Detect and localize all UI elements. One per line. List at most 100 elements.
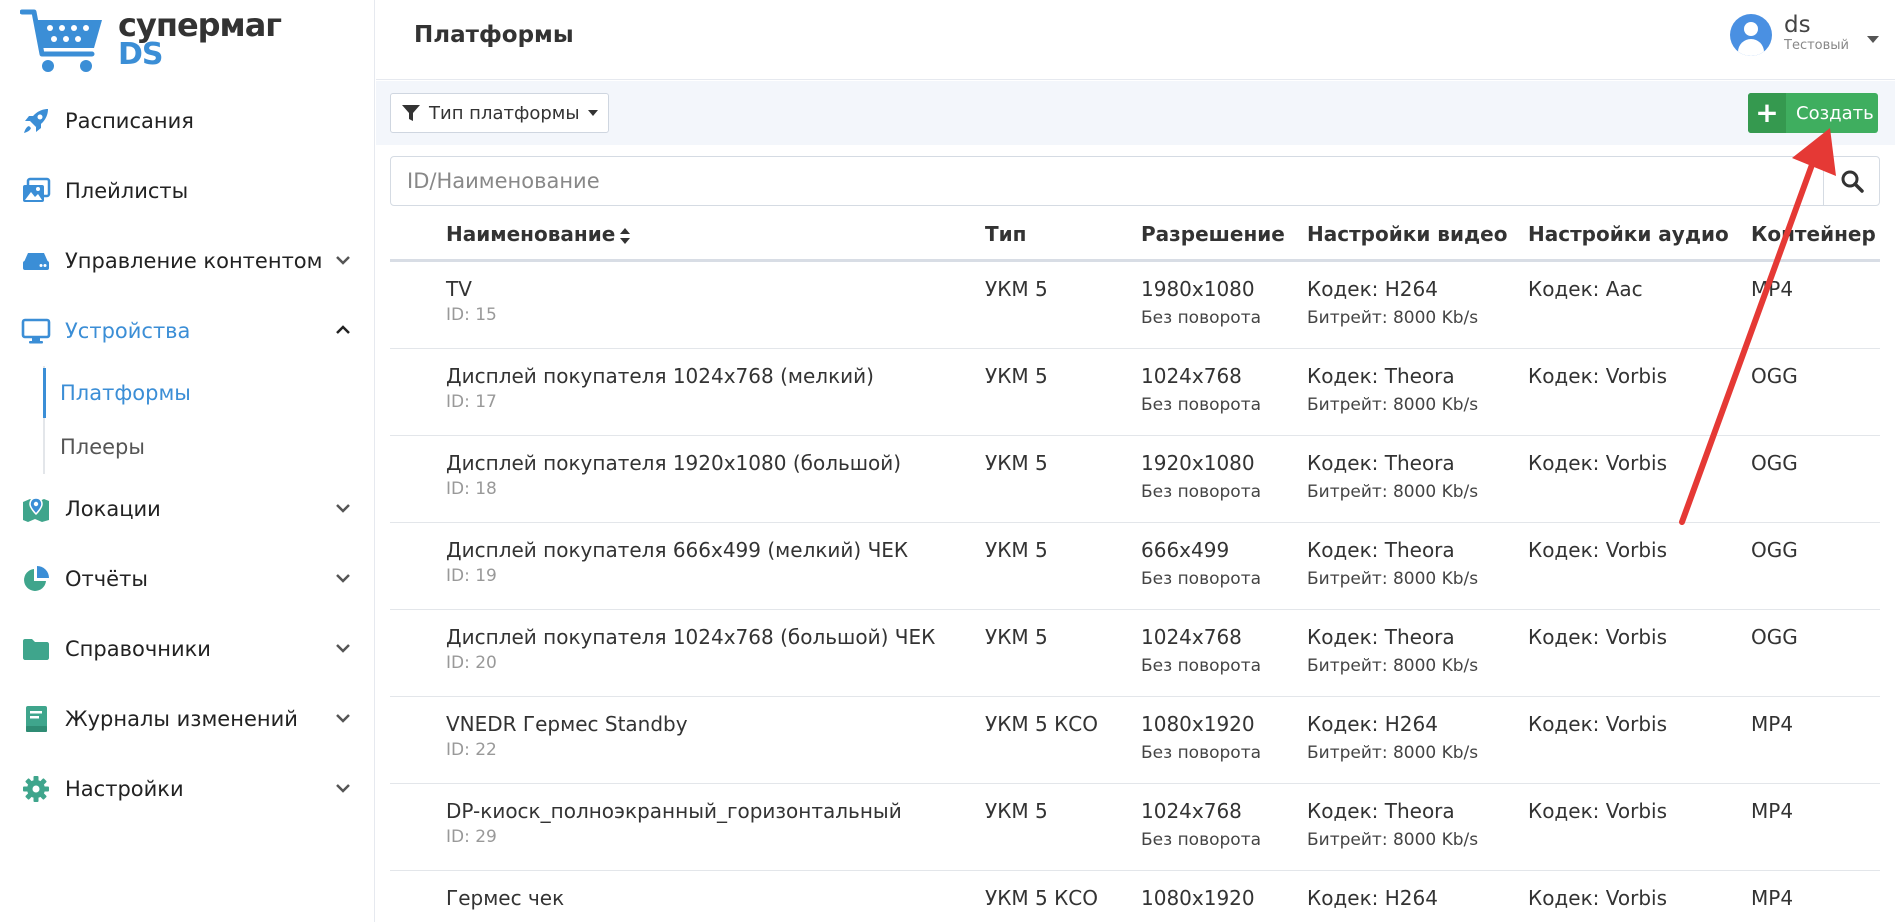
sidebar-subitem-platforms[interactable]: Платформы <box>43 366 375 420</box>
caret-down-icon <box>1867 36 1879 43</box>
table-row[interactable]: Дисплей покупателя 666x499 (мелкий) ЧЕК I… <box>390 523 1880 610</box>
column-header-resolution: Разрешение <box>1141 222 1285 246</box>
submenu-active-indicator <box>43 368 46 418</box>
container: OGG <box>1751 364 1798 388</box>
video-bitrate: Битрейт: 8000 Kb/s <box>1307 830 1479 850</box>
filter-label: Тип платформы <box>429 102 580 124</box>
search-button[interactable] <box>1823 157 1879 205</box>
resolution: 1080x1920 <box>1141 886 1255 910</box>
container: MP4 <box>1751 886 1794 910</box>
logo[interactable]: супермаг DS <box>20 6 282 78</box>
resolution: 1024x768 <box>1141 799 1242 823</box>
resolution: 666x499 <box>1141 538 1230 562</box>
sidebar-item-locations[interactable]: Локации <box>0 474 375 544</box>
platform-name[interactable]: VNEDR Гермес Standby <box>446 712 688 736</box>
rotation: Без поворота <box>1141 395 1262 415</box>
container: OGG <box>1751 451 1798 475</box>
rotation: Без поворота <box>1141 656 1262 676</box>
resolution: 1080x1920 <box>1141 712 1255 736</box>
user-menu[interactable]: ds Тестовый <box>1730 12 1879 56</box>
chevron-up-icon <box>336 325 350 334</box>
audio-codec: Кодек: Vorbis <box>1528 451 1668 475</box>
video-codec: Кодек: H264 <box>1307 712 1438 736</box>
platform-id: ID: 18 <box>446 479 497 499</box>
table-row[interactable]: Дисплей покупателя 1024x768 (мелкий) ID: … <box>390 349 1880 436</box>
avatar <box>1730 14 1772 56</box>
sidebar-item-changelogs[interactable]: Журналы изменений <box>0 684 375 754</box>
page-title: Платформы <box>414 22 574 48</box>
sidebar-item-schedules[interactable]: Расписания <box>0 86 375 156</box>
platform-name[interactable]: Дисплей покупателя 1024x768 (большой) ЧЕ… <box>446 625 935 649</box>
video-codec: Кодек: H264 <box>1307 886 1438 910</box>
platform-type: УКМ 5 <box>985 799 1048 823</box>
sidebar: супермаг DS Расписания Плейлисты Управле… <box>0 0 375 922</box>
table-row[interactable]: VNEDR Гермес Standby ID: 22 УКМ 5 КСО 108… <box>390 697 1880 784</box>
platform-id: ID: 19 <box>446 566 497 586</box>
sidebar-subitem-players[interactable]: Плееры <box>43 420 375 474</box>
resolution: 1024x768 <box>1141 625 1242 649</box>
platform-id: ID: 20 <box>446 653 497 673</box>
platform-name[interactable]: Гермес чек <box>446 886 564 910</box>
search-bar <box>390 156 1880 206</box>
sidebar-item-directories[interactable]: Справочники <box>0 614 375 684</box>
rotation: Без поворота <box>1141 308 1262 328</box>
sidebar-item-settings[interactable]: Настройки <box>0 754 375 824</box>
header: Платформы ds Тестовый <box>376 0 1895 80</box>
column-header-type: Тип <box>985 222 1027 246</box>
toolbar: Тип платформы + Создать <box>376 81 1895 145</box>
platform-type: УКМ 5 <box>985 625 1048 649</box>
table-row[interactable]: TV ID: 15 УКМ 5 1980x1080 Без поворота Код… <box>390 262 1880 349</box>
search-input[interactable] <box>391 157 1821 205</box>
platform-type: УКМ 5 <box>985 364 1048 388</box>
platform-type: УКМ 5 КСО <box>985 712 1098 736</box>
table-header: Наименование Тип Разрешение Настройки ви… <box>390 210 1880 262</box>
column-header-audio: Настройки аудио <box>1528 222 1729 246</box>
monitor-icon <box>20 315 52 347</box>
sidebar-item-label: Журналы изменений <box>65 707 298 731</box>
video-bitrate: Битрейт: 8000 Kb/s <box>1307 395 1479 415</box>
platform-type: УКМ 5 <box>985 451 1048 475</box>
platform-name[interactable]: Дисплей покупателя 1920x1080 (большой) <box>446 451 901 475</box>
sidebar-item-devices[interactable]: Устройства <box>0 296 375 366</box>
rotation: Без поворота <box>1141 482 1262 502</box>
platform-type: УКМ 5 КСО <box>985 886 1098 910</box>
platform-name[interactable]: DP-киоск_полноэкранный_горизонтальный <box>446 799 902 823</box>
logo-title: супермаг <box>118 6 282 44</box>
platform-name[interactable]: TV <box>446 277 472 301</box>
sidebar-item-label: Отчёты <box>65 567 148 591</box>
sidebar-item-label: Настройки <box>65 777 184 801</box>
map-icon <box>20 493 52 525</box>
cart-logo-icon <box>20 9 102 72</box>
table-row[interactable]: Дисплей покупателя 1024x768 (большой) ЧЕ… <box>390 610 1880 697</box>
platform-type-filter-button[interactable]: Тип платформы <box>390 93 609 133</box>
sidebar-item-playlists[interactable]: Плейлисты <box>0 156 375 226</box>
audio-codec: Кодек: Vorbis <box>1528 625 1668 649</box>
sidebar-item-label: Плейлисты <box>65 179 189 203</box>
column-header-name[interactable]: Наименование <box>446 222 631 246</box>
sidebar-item-label: Управление контентом <box>65 249 323 273</box>
video-bitrate: Битрейт: 8000 Kb/s <box>1307 656 1479 676</box>
logo-subtitle: DS <box>118 37 164 72</box>
sort-icon <box>620 227 631 244</box>
rotation: Без поворота <box>1141 743 1262 763</box>
platform-name[interactable]: Дисплей покупателя 666x499 (мелкий) ЧЕК <box>446 538 908 562</box>
images-icon <box>20 175 52 207</box>
user-name: ds <box>1784 12 1811 38</box>
main-nav: Расписания Плейлисты Управление контенто… <box>0 86 375 824</box>
table-row[interactable]: DP-киоск_полноэкранный_горизонтальный ID:… <box>390 784 1880 871</box>
platform-id: ID: 29 <box>446 827 497 847</box>
sidebar-item-label: Расписания <box>65 109 194 133</box>
container: MP4 <box>1751 712 1794 736</box>
sidebar-item-content[interactable]: Управление контентом <box>0 226 375 296</box>
create-button[interactable]: + Создать <box>1748 93 1878 133</box>
audio-codec: Кодек: Vorbis <box>1528 364 1668 388</box>
platform-name[interactable]: Дисплей покупателя 1024x768 (мелкий) <box>446 364 874 388</box>
table-row[interactable]: Гермес чек УКМ 5 КСО 1080x1920 Кодек: H2… <box>390 871 1880 922</box>
sidebar-item-reports[interactable]: Отчёты <box>0 544 375 614</box>
search-icon <box>1841 170 1864 193</box>
table-row[interactable]: Дисплей покупателя 1920x1080 (большой) ID… <box>390 436 1880 523</box>
devices-submenu: Платформы Плееры <box>0 366 375 474</box>
rotation: Без поворота <box>1141 569 1262 589</box>
platform-id: ID: 22 <box>446 740 497 760</box>
folder-icon <box>20 633 52 665</box>
